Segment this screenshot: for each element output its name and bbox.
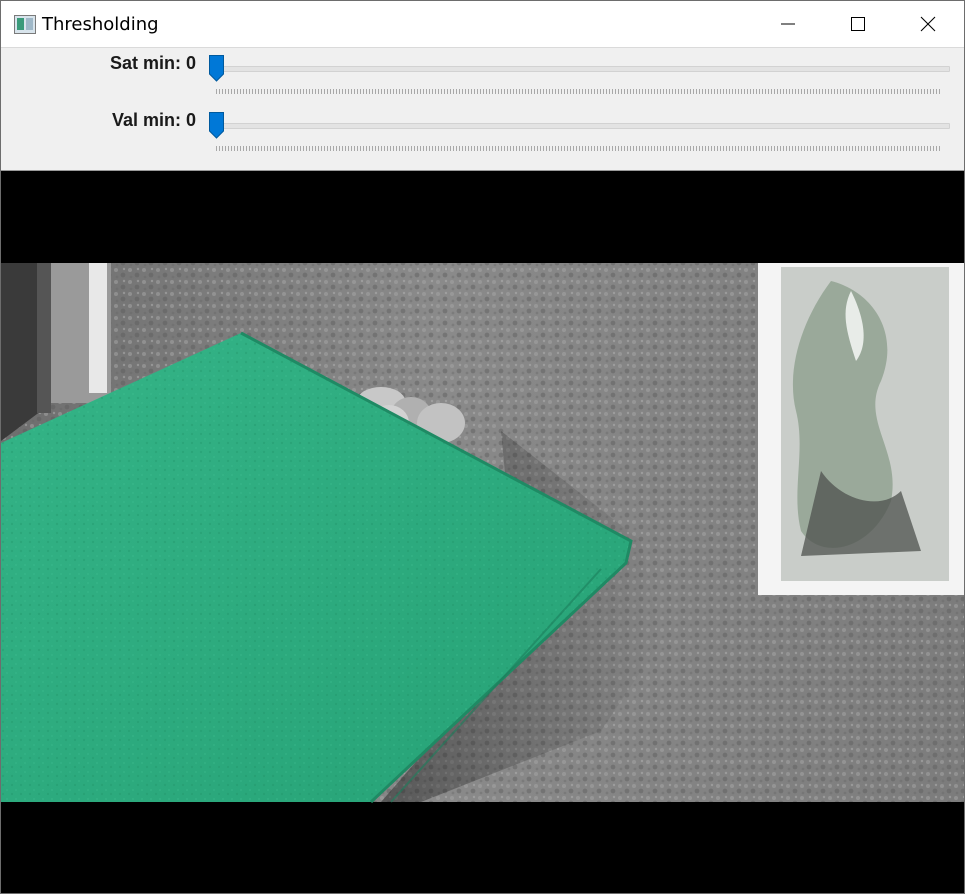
close-button[interactable] xyxy=(893,1,963,47)
trackbar-panel: Sat min: 0 Val min: 0 xyxy=(1,48,964,171)
title-bar[interactable]: Thresholding xyxy=(1,1,964,48)
slider-track[interactable] xyxy=(214,66,950,72)
slider-ticks xyxy=(216,89,942,94)
trackbar-label: Val min: 0 xyxy=(111,110,196,130)
maximize-icon xyxy=(851,17,865,31)
minimize-icon xyxy=(781,23,795,25)
video-frame xyxy=(1,171,964,893)
minimize-button[interactable] xyxy=(753,1,823,47)
maximize-button[interactable] xyxy=(823,1,893,47)
trackbar-label: Sat min: 0 xyxy=(109,53,196,73)
thresholded-camera-image xyxy=(1,263,964,804)
window-title: Thresholding xyxy=(42,14,159,35)
slider-thumb[interactable] xyxy=(208,111,225,140)
close-icon xyxy=(920,16,936,32)
app-icon xyxy=(14,15,36,34)
slider-track[interactable] xyxy=(214,123,950,129)
app-window: Thresholding Sat min: 0 Val min: 0 xyxy=(0,0,965,894)
slider-thumb[interactable] xyxy=(208,54,225,83)
slider-ticks xyxy=(216,146,942,151)
